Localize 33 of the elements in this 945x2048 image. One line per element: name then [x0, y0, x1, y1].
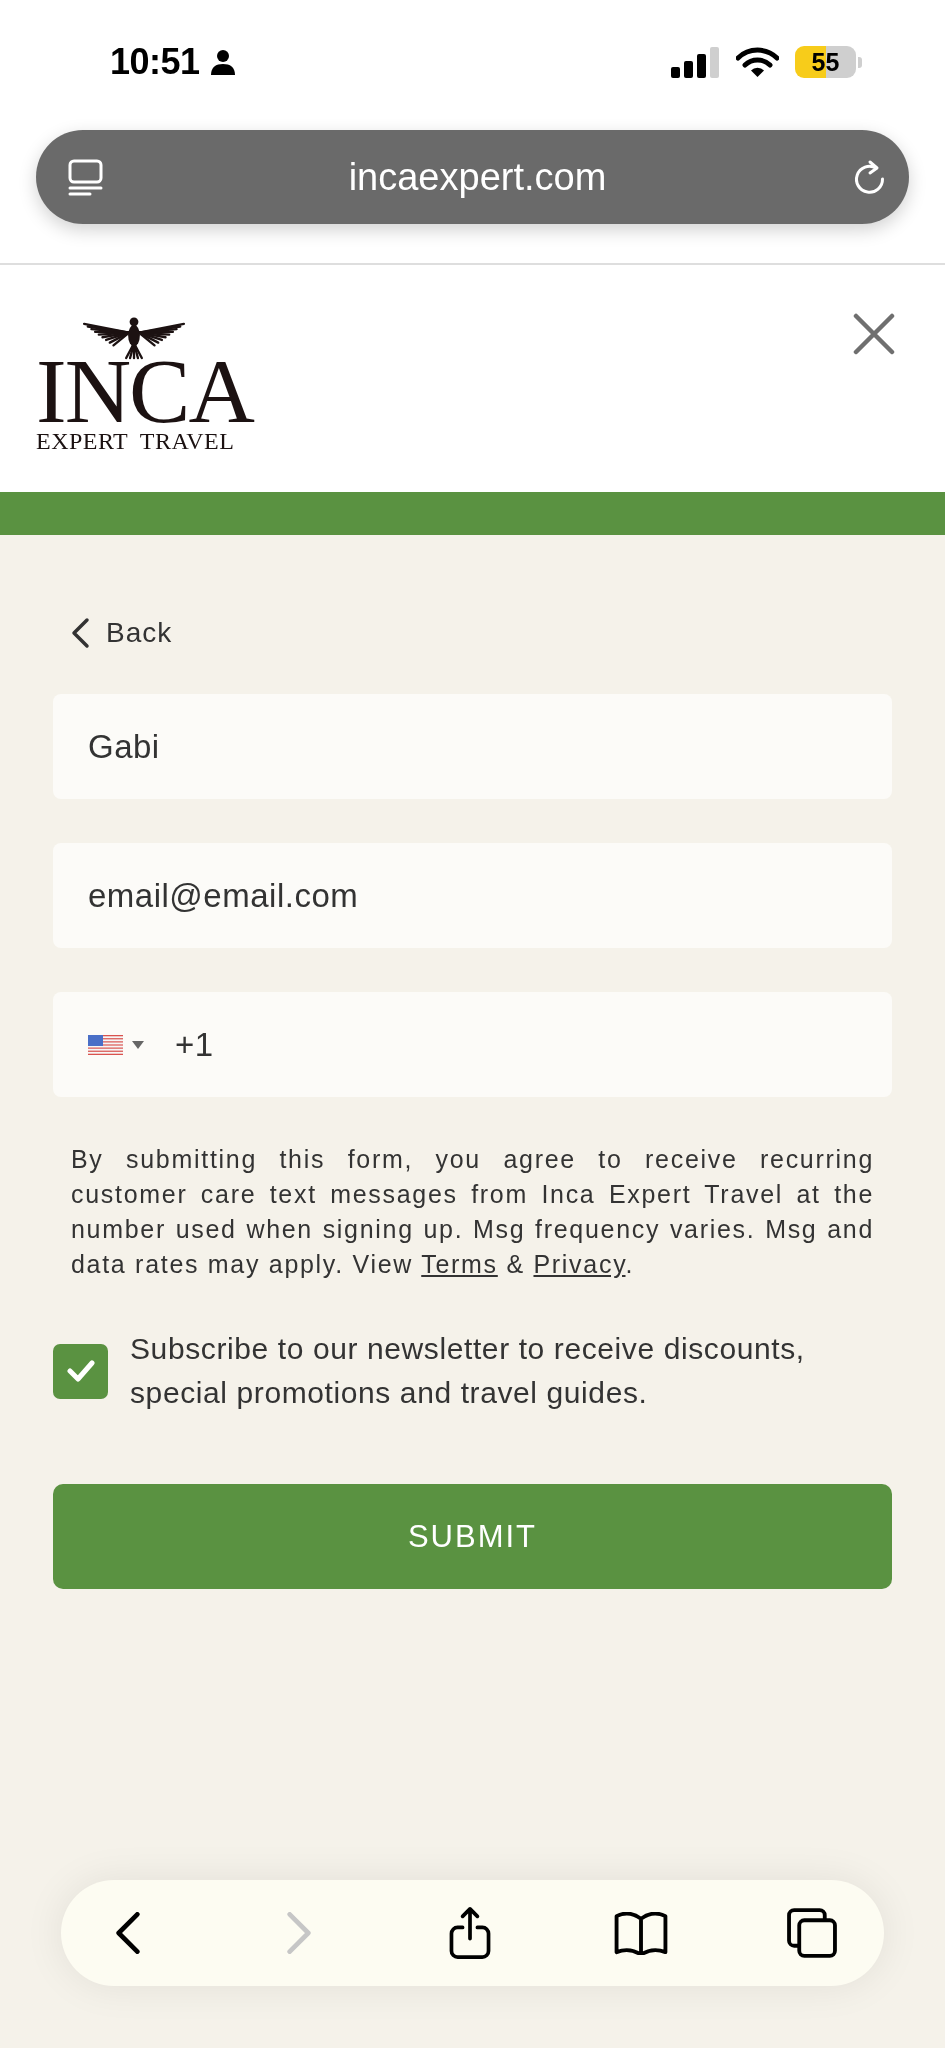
newsletter-label: Subscribe to our newsletter to receive discounts, special promotions and travel guides.: [130, 1331, 806, 1411]
email-field[interactable]: email@email.com: [53, 843, 892, 948]
name-field[interactable]: Gabi: [53, 694, 892, 799]
caret-icon: [132, 1040, 144, 1049]
tabs-icon: [787, 1908, 837, 1958]
checkmark-icon: [66, 1360, 95, 1382]
address-bar[interactable]: incaexpert.com: [36, 130, 909, 224]
newsletter-checkbox[interactable]: [53, 1343, 108, 1399]
page-menu-icon[interactable]: [68, 158, 103, 196]
chevron-left-icon: [116, 1912, 140, 1954]
phone-field[interactable]: +1: [53, 992, 892, 1097]
back-link[interactable]: Back: [70, 617, 173, 649]
close-button[interactable]: [853, 313, 895, 355]
person-icon: [209, 49, 236, 75]
text-link[interactable]: Terms: [421, 1250, 498, 1278]
status-time: 10:51: [110, 41, 200, 83]
country-picker[interactable]: [88, 1034, 144, 1055]
share-icon: [449, 1906, 491, 1960]
close-icon: [853, 313, 895, 355]
logo-subtitle: EXPERT TRAVEL: [36, 428, 235, 454]
chevron-left-icon: [70, 617, 90, 649]
consent-text: By submitting this form, you agree to receive recurring customer care text messages from Inca Expert Travel at the number used when signing up. Msg frequency varies. Msg and data rates may apply. View Terms & Privacy.: [71, 1144, 874, 1280]
url-text[interactable]: incaexpert.com: [103, 155, 852, 199]
flag-icon: [88, 1034, 123, 1055]
reload-icon[interactable]: [852, 158, 887, 196]
signal-icon: [671, 46, 719, 78]
logo-title: INCA: [36, 358, 253, 424]
wifi-icon: [736, 46, 779, 78]
eagle-icon: [80, 316, 188, 360]
text-link[interactable]: Privacy: [533, 1250, 626, 1278]
book-icon: [614, 1911, 668, 1955]
chevron-right-icon: [287, 1912, 311, 1954]
submit-button[interactable]: SUBMIT: [53, 1484, 892, 1589]
